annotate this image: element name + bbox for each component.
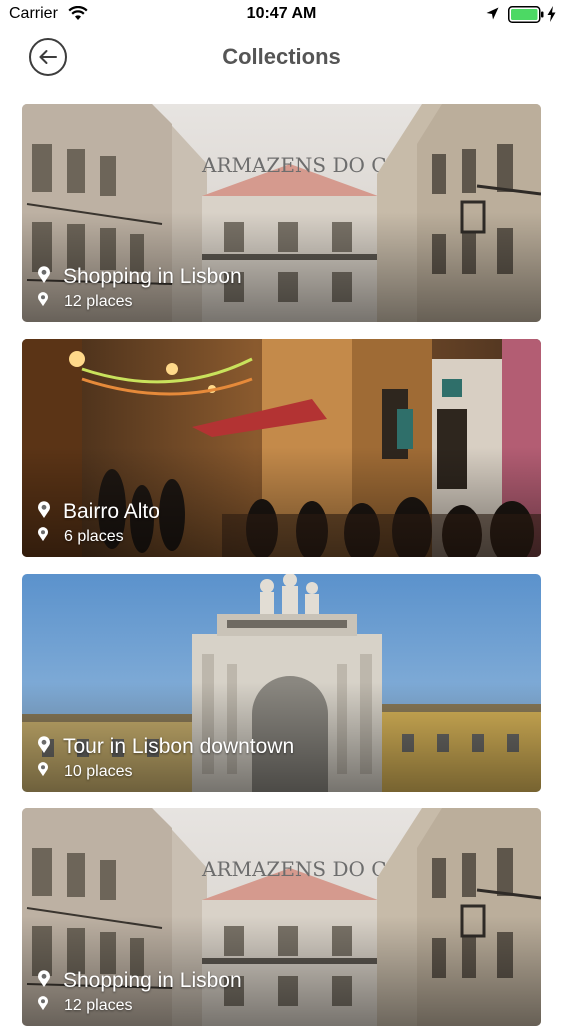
collection-title: Tour in Lisbon downtown — [63, 735, 295, 758]
card-count-row: 12 places — [37, 996, 133, 1016]
collection-place-count: 10 places — [64, 763, 133, 780]
location-pin-icon — [37, 762, 51, 782]
location-pin-icon — [37, 735, 51, 759]
collection-card[interactable]: Tour in Lisbon downtown 10 places — [22, 574, 541, 792]
location-pin-icon — [37, 265, 51, 289]
collection-place-count: 12 places — [64, 293, 133, 310]
location-pin-icon — [37, 500, 51, 524]
page-title: Collections — [222, 44, 341, 69]
status-bar: Carrier 10:47 AM — [0, 0, 563, 30]
battery-icon — [508, 6, 544, 28]
card-title-row: Bairro Alto — [37, 500, 160, 524]
location-pin-icon — [37, 292, 51, 312]
location-pin-icon — [37, 969, 51, 993]
location-icon — [486, 7, 499, 26]
charging-icon — [547, 6, 556, 27]
location-pin-icon — [37, 527, 51, 547]
collection-card[interactable]: Bairro Alto 6 places — [22, 339, 541, 557]
collection-title: Shopping in Lisbon — [63, 969, 242, 992]
card-count-row: 12 places — [37, 292, 133, 312]
collection-card[interactable]: ARMAZENS DO CHIADO Shopping in Lisbon 12… — [22, 808, 541, 1026]
card-count-row: 6 places — [37, 527, 124, 547]
collection-title: Bairro Alto — [63, 500, 160, 523]
location-pin-icon — [37, 996, 51, 1016]
card-title-row: Shopping in Lisbon — [37, 969, 242, 993]
card-title-row: Shopping in Lisbon — [37, 265, 242, 289]
collection-place-count: 6 places — [64, 528, 124, 545]
status-time: 10:47 AM — [246, 5, 317, 22]
card-count-row: 10 places — [37, 762, 133, 782]
card-title-row: Tour in Lisbon downtown — [37, 735, 294, 759]
collection-title: Shopping in Lisbon — [63, 265, 242, 288]
collection-card[interactable]: ARMAZENS DO CHIADO Shopping in Lisbon 12… — [22, 104, 541, 322]
